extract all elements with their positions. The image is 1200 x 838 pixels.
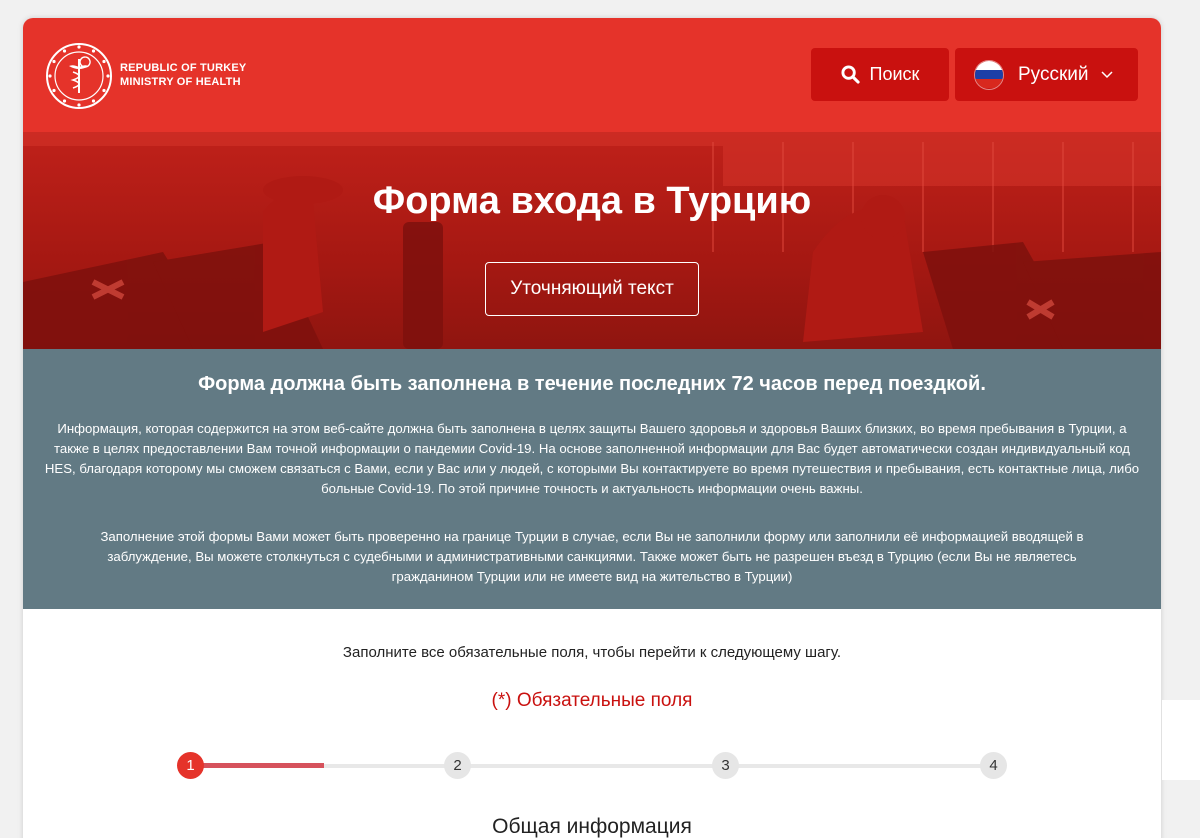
step-1[interactable]: 1 — [177, 752, 204, 779]
required-fields-note: (*) Обязательные поля — [491, 690, 693, 711]
page-title: Форма входа в Турцию — [372, 180, 812, 222]
clarifying-text-button[interactable]: Уточняющий текст — [485, 262, 699, 316]
language-label: Русский — [1018, 63, 1089, 85]
site-header: REPUBLIC OF TURKEY MINISTRY OF HEALTH По… — [23, 18, 1161, 132]
stepper-progress — [190, 763, 324, 768]
search-button[interactable]: Поиск — [811, 48, 949, 101]
search-button-label: Поиск — [869, 64, 920, 84]
hero-background-image — [23, 132, 1161, 349]
info-panel: Форма должна быть заполнена в течение по… — [23, 349, 1161, 609]
info-paragraph-1: Информация, которая содержится на этом в… — [44, 421, 1140, 496]
form-intro: Заполните все обязательные поля, чтобы п… — [342, 644, 842, 661]
search-icon — [841, 65, 860, 84]
info-heading: Форма должна быть заполнена в течение по… — [198, 373, 986, 395]
step-3[interactable]: 3 — [712, 752, 739, 779]
step-2[interactable]: 2 — [444, 752, 471, 779]
page-edge-overlay — [1162, 700, 1200, 780]
language-selector[interactable]: Русский — [955, 48, 1138, 101]
page-card: REPUBLIC OF TURKEY MINISTRY OF HEALTH По… — [23, 18, 1161, 838]
ministry-name: REPUBLIC OF TURKEY MINISTRY OF HEALTH — [120, 61, 246, 89]
section-title: Общая информация — [492, 815, 692, 838]
chevron-down-icon — [1100, 70, 1113, 78]
ministry-line-2: MINISTRY OF HEALTH — [120, 76, 241, 88]
step-4[interactable]: 4 — [980, 752, 1007, 779]
russia-flag-icon — [974, 59, 1004, 90]
info-paragraph-2: Заполнение этой формы Вами может быть пр… — [100, 529, 1084, 584]
ministry-line-1: REPUBLIC OF TURKEY — [120, 62, 247, 74]
hero-banner: Форма входа в Турцию Уточняющий текст — [23, 132, 1161, 349]
ministry-emblem-icon[interactable] — [45, 42, 113, 110]
form-stepper: 1 2 3 4 — [23, 751, 1161, 781]
